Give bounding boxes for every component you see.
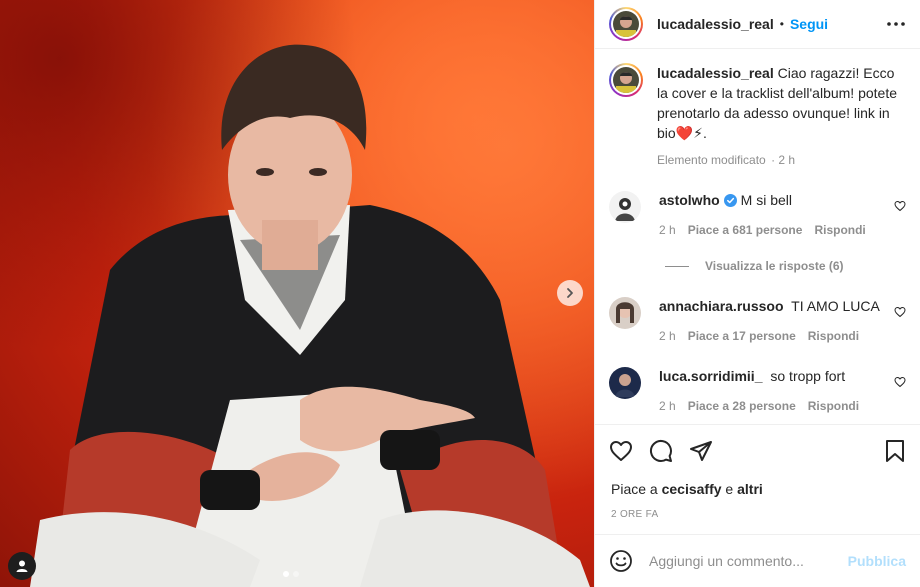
more-options-button[interactable] [886,21,906,27]
edited-label: Elemento modificato [657,153,766,167]
header-separator: • [779,17,784,31]
verified-badge-icon [723,194,737,207]
likes-user[interactable]: cecisaffy [662,481,722,497]
comment-text: so tropp fort [770,368,846,384]
author-username[interactable]: lucadalessio_real [657,16,774,32]
like-button[interactable] [609,439,633,463]
author-avatar[interactable] [609,7,643,41]
tagged-users-button[interactable] [8,552,36,580]
like-comment-button[interactable] [894,305,906,323]
avatar[interactable] [609,191,641,223]
next-slide-button[interactable] [557,280,583,306]
avatar [613,67,639,93]
comments-list[interactable]: lucadalessio_real Ciao ragazzi! Ecco la … [595,49,920,424]
comment-username[interactable]: luca.sorridimii_ [659,368,762,384]
reply-button[interactable]: Rispondi [808,329,859,343]
comment-likes[interactable]: Piace a 17 persone [688,329,796,343]
reply-button[interactable]: Rispondi [814,223,865,237]
comment-item: luca.sorridimii_ so tropp fort 2 h Piace… [609,367,906,413]
emoji-button[interactable] [609,549,633,573]
post-caption: lucadalessio_real Ciao ragazzi! Ecco la … [609,63,906,143]
comment-time[interactable]: 2 h [659,329,676,343]
more-horizontal-icon [887,22,905,26]
likes-summary[interactable]: Piace a cecisaffy e altri [595,477,920,497]
reply-button[interactable]: Rispondi [808,399,859,413]
comment-username[interactable]: astolwho [659,192,720,208]
heart-icon [894,376,906,388]
add-comment-bar: Pubblica [595,534,920,587]
like-comment-button[interactable] [894,375,906,393]
post-actions-bar [595,424,920,477]
caption-text-block: lucadalessio_real Ciao ragazzi! Ecco la … [657,63,897,143]
user-icon [16,560,28,572]
comment-time[interactable]: 2 h [659,399,676,413]
post-modal: lucadalessio_real • Segui lucadalessio_r… [0,0,920,587]
caption-time: 2 h [778,153,796,167]
comment-icon [649,439,672,462]
avatar[interactable] [609,297,641,329]
caption-author-avatar[interactable] [609,63,643,97]
carousel-indicator [283,571,299,577]
view-replies-label: Visualizza le risposte (6) [705,259,844,273]
comment-item: annachiara.russoo TI AMO LUCA 2 h Piace … [609,297,906,343]
comment-likes[interactable]: Piace a 28 persone [688,399,796,413]
post-header: lucadalessio_real • Segui [595,0,920,49]
carousel-dot [293,571,299,577]
comment-text: TI AMO LUCA [791,298,880,314]
chevron-right-icon [567,288,573,298]
heart-icon [894,306,906,318]
likes-prefix: Piace a [611,481,658,497]
post-photo [0,0,594,587]
comment-button[interactable] [649,439,673,463]
comment-username[interactable]: annachiara.russoo [659,298,784,314]
publish-button[interactable]: Pubblica [848,553,906,569]
save-button[interactable] [884,439,906,463]
comment-text: M si bell [740,192,793,208]
likes-joiner: e [725,481,734,497]
heart-icon [894,200,906,212]
emoji-icon [610,550,632,572]
send-icon [690,441,712,461]
view-replies-button[interactable]: Visualizza le risposte (6) [665,259,906,273]
caption-username[interactable]: lucadalessio_real [657,65,774,81]
post-media[interactable] [0,0,594,587]
meta-separator: · [771,153,776,167]
caption-meta: Elemento modificato · 2 h [657,153,906,167]
comment-input[interactable] [649,553,848,569]
avatar [613,11,639,37]
likes-others[interactable]: altri [737,481,763,497]
follow-button[interactable]: Segui [790,16,828,32]
avatar[interactable] [609,367,641,399]
comment-time[interactable]: 2 h [659,223,676,237]
replies-divider [665,265,689,267]
bookmark-icon [886,440,904,462]
carousel-dot-active [283,571,289,577]
like-comment-button[interactable] [894,199,906,217]
heart-icon [610,441,632,461]
comment-likes[interactable]: Piace a 681 persone [688,223,803,237]
comment-item: astolwho M si bell 2 h Piace a 681 perso… [609,191,906,237]
post-timestamp[interactable]: 2 ORE FA [595,497,920,534]
share-button[interactable] [689,439,713,463]
post-side-panel: lucadalessio_real • Segui lucadalessio_r… [594,0,920,587]
